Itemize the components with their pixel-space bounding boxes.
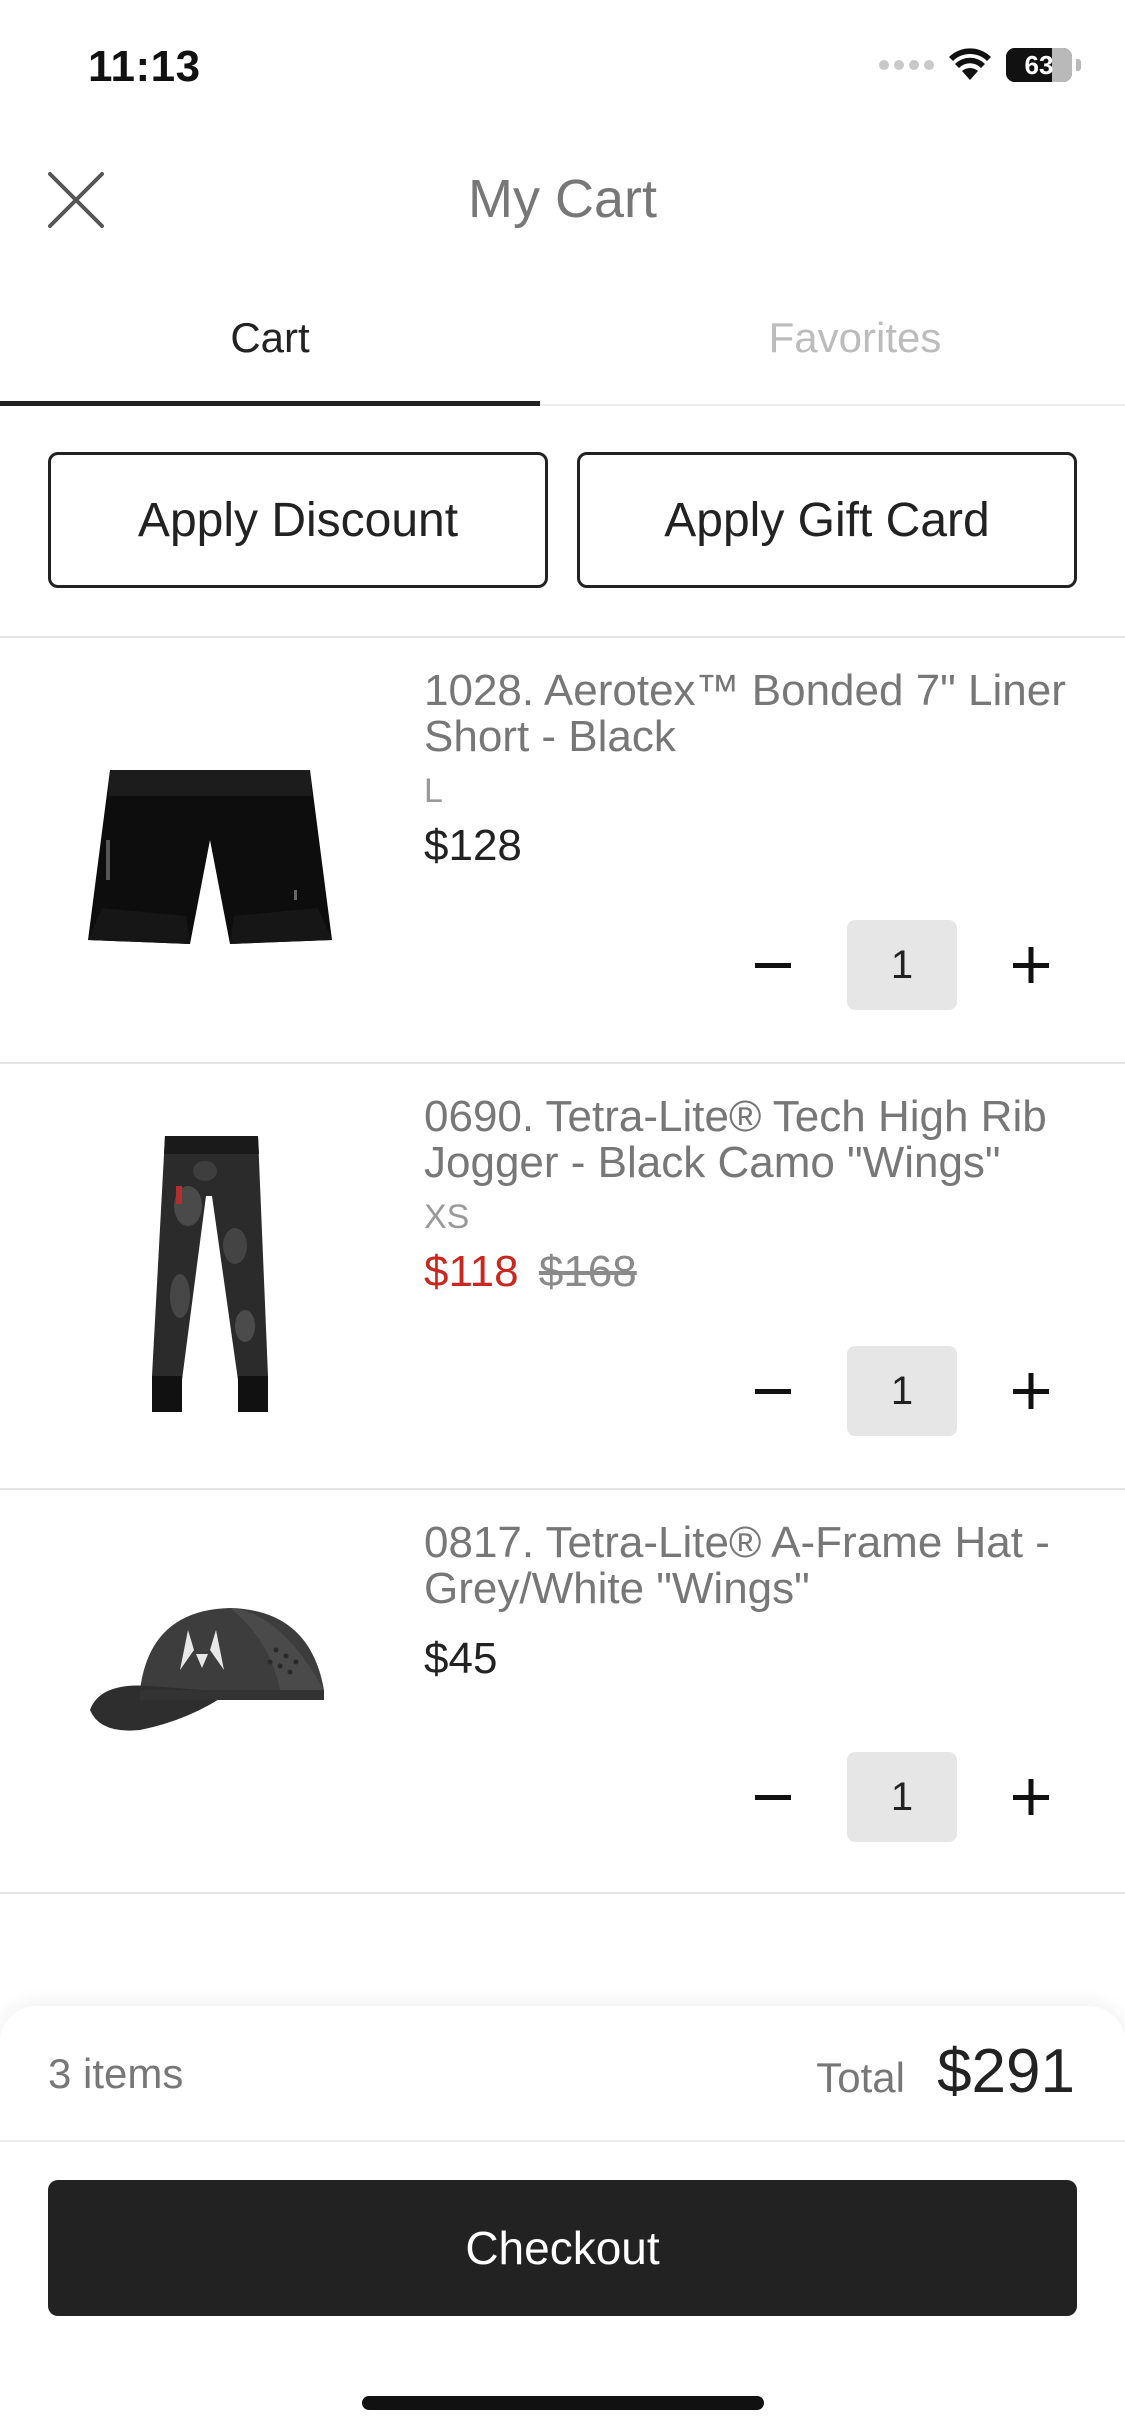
- tab-cart-label: Cart: [230, 314, 310, 361]
- plus-icon: [1013, 947, 1049, 983]
- minus-icon: [755, 1389, 791, 1394]
- wifi-icon: [949, 48, 991, 80]
- battery-icon: 63: [1006, 48, 1072, 82]
- apply-discount-button[interactable]: Apply Discount: [48, 452, 548, 588]
- quantity-value: 1: [847, 1752, 957, 1842]
- decrease-quantity-button[interactable]: [737, 1761, 809, 1833]
- decrease-quantity-button[interactable]: [737, 1355, 809, 1427]
- cart-item-list: 1028. Aerotex™ Bonded 7" Liner Short - B…: [0, 638, 1125, 1894]
- quantity-value: 1: [847, 920, 957, 1010]
- product-image-hat[interactable]: [60, 1530, 360, 1830]
- product-image-jogger[interactable]: [60, 1126, 360, 1426]
- active-tab-indicator: [0, 401, 540, 406]
- increase-quantity-button[interactable]: [995, 1761, 1067, 1833]
- price-row: $128: [424, 821, 1085, 871]
- plus-icon: [1013, 1779, 1049, 1815]
- increase-quantity-button[interactable]: [995, 929, 1067, 1001]
- decrease-quantity-button[interactable]: [737, 929, 809, 1001]
- tab-favorites[interactable]: Favorites: [585, 270, 1125, 406]
- quantity-stepper: 1: [737, 1752, 1067, 1842]
- total-value: $291: [937, 2037, 1075, 2106]
- item-info: 1028. Aerotex™ Bonded 7" Liner Short - B…: [424, 668, 1085, 871]
- increase-quantity-button[interactable]: [995, 1355, 1067, 1427]
- status-icons: 63: [879, 48, 1081, 82]
- quantity-stepper: 1: [737, 1346, 1067, 1436]
- product-size: XS: [424, 1198, 470, 1236]
- tab-bar: Cart Favorites: [0, 270, 1125, 406]
- cart-item: 0690. Tetra-Lite® Tech High Rib Jogger -…: [0, 1064, 1125, 1490]
- cart-item: 1028. Aerotex™ Bonded 7" Liner Short - B…: [0, 638, 1125, 1064]
- cart-screen: 11:13 63 My Cart Cart Favorites Apply Di…: [0, 0, 1125, 2436]
- cart-item: 0817. Tetra-Lite® A-Frame Hat - Grey/Whi…: [0, 1490, 1125, 1894]
- home-indicator[interactable]: [362, 2396, 764, 2410]
- cart-actions: Apply Discount Apply Gift Card: [48, 452, 1077, 588]
- items-count: 3 items: [48, 2050, 184, 2097]
- battery-level: 63: [1024, 50, 1054, 80]
- header: My Cart: [0, 140, 1125, 260]
- price-row: $118 $168: [424, 1247, 1085, 1297]
- quantity-stepper: 1: [737, 920, 1067, 1010]
- checkout-footer: 3 items Total $291 Checkout: [0, 2006, 1125, 2436]
- product-name[interactable]: 0817. Tetra-Lite® A-Frame Hat - Grey/Whi…: [424, 1520, 1085, 1612]
- price-row: $45: [424, 1634, 1085, 1684]
- minus-icon: [755, 963, 791, 968]
- total-label: Total: [816, 2054, 905, 2101]
- product-size: L: [424, 772, 443, 810]
- checkout-button[interactable]: Checkout: [48, 2180, 1077, 2316]
- plus-icon: [1013, 1373, 1049, 1409]
- apply-gift-card-button[interactable]: Apply Gift Card: [577, 452, 1077, 588]
- battery-nub: [1076, 59, 1081, 71]
- item-info: 0817. Tetra-Lite® A-Frame Hat - Grey/Whi…: [424, 1520, 1085, 1684]
- status-bar: 11:13 63: [0, 0, 1125, 140]
- quantity-value: 1: [847, 1346, 957, 1436]
- page-title: My Cart: [468, 169, 657, 229]
- tab-favorites-label: Favorites: [768, 314, 942, 361]
- product-image-shorts[interactable]: [60, 700, 360, 1000]
- tab-cart[interactable]: Cart: [0, 270, 540, 406]
- product-name[interactable]: 1028. Aerotex™ Bonded 7" Liner Short - B…: [424, 668, 1085, 760]
- sale-price: $118: [424, 1247, 519, 1296]
- minus-icon: [755, 1795, 791, 1800]
- status-time: 11:13: [88, 42, 201, 91]
- original-price: $168: [538, 1247, 637, 1296]
- product-price: $45: [424, 1634, 498, 1683]
- item-info: 0690. Tetra-Lite® Tech High Rib Jogger -…: [424, 1094, 1085, 1297]
- product-price: $128: [424, 821, 522, 870]
- order-summary: 3 items Total $291: [0, 2006, 1125, 2142]
- product-name[interactable]: 0690. Tetra-Lite® Tech High Rib Jogger -…: [424, 1094, 1085, 1186]
- cellular-signal-icon: [879, 60, 934, 70]
